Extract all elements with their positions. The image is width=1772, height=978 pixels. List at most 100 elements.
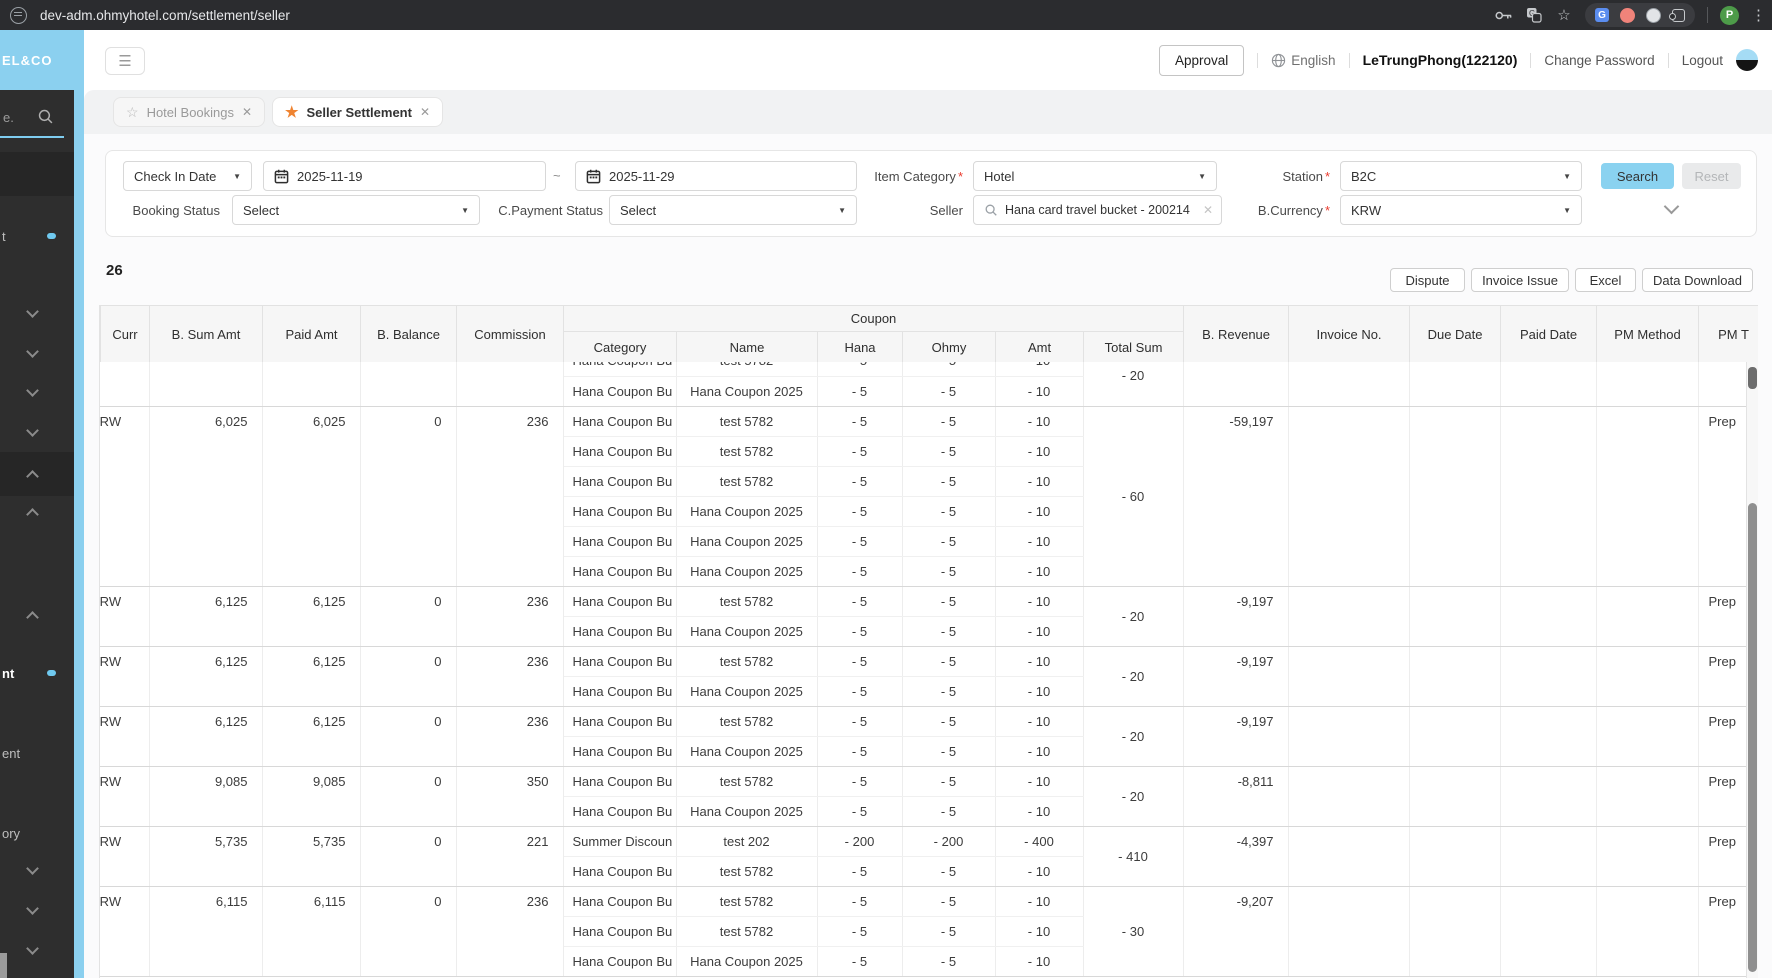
language-selector[interactable]: English <box>1271 53 1335 68</box>
b-currency-select[interactable]: KRW▼ <box>1340 195 1582 225</box>
table-row[interactable]: KRW5,7355,7350221Summer Discountest 202-… <box>100 826 1758 856</box>
table-row[interactable]: Hana Coupon Butest 5782- 5- 5- 10- 20 <box>100 362 1758 376</box>
chevron-down-icon <box>26 942 39 955</box>
close-icon[interactable]: ✕ <box>420 105 430 119</box>
cell-coupon-category: Hana Coupon Bu <box>563 766 676 796</box>
sidebar-item[interactable] <box>0 935 74 965</box>
ext-translate-icon[interactable]: G <box>1595 8 1609 22</box>
ext-reader-icon[interactable] <box>1646 8 1661 23</box>
cell-b-sum-amt: 6,125 <box>149 586 262 646</box>
col-header-category: Category <box>564 332 677 363</box>
date-type-select[interactable]: Check In Date▼ <box>123 161 252 191</box>
logout-link[interactable]: Logout <box>1682 53 1723 68</box>
extensions-puzzle-icon[interactable] <box>1672 9 1685 22</box>
cell-coupon-ohmy: - 5 <box>902 526 995 556</box>
sidebar-item[interactable] <box>0 452 74 496</box>
table-row[interactable]: KRW6,1256,1250236Hana Coupon Butest 5782… <box>100 586 1758 616</box>
sidebar-item[interactable] <box>0 377 74 407</box>
sidebar-item[interactable] <box>0 152 74 196</box>
c-payment-status-select[interactable]: Select▼ <box>609 195 857 225</box>
date-to-input[interactable]: 2025-11-29 <box>575 161 857 191</box>
cell-currency: KRW <box>100 886 149 976</box>
translate-icon[interactable]: G <box>1525 6 1543 24</box>
cell-b-revenue: -9,197 <box>1183 586 1288 646</box>
cell-coupon-amt: - 10 <box>995 616 1083 646</box>
cell-total-sum: - 20 <box>1083 646 1183 706</box>
cell-coupon-amt: - 400 <box>995 826 1083 856</box>
cell-coupon-name: test 5782 <box>676 406 817 436</box>
cell-coupon-name: Hana Coupon 2025 <box>676 796 817 826</box>
seller-search-input[interactable]: Hana card travel bucket - 200214 ✕ <box>973 195 1222 225</box>
reset-button[interactable]: Reset <box>1682 163 1741 189</box>
invoice-issue-button[interactable]: Invoice Issue <box>1471 268 1569 292</box>
sidebar-item-active[interactable]: nt <box>0 655 74 691</box>
favorite-star-filled-icon[interactable]: ★ <box>285 103 298 121</box>
station-select[interactable]: B2C▼ <box>1340 161 1582 191</box>
cell-pm-method <box>1596 886 1698 976</box>
approval-button[interactable]: Approval <box>1159 45 1244 76</box>
cell-coupon-hana: - 5 <box>817 886 902 916</box>
excel-button[interactable]: Excel <box>1575 268 1636 292</box>
cell-b-sum-amt: 9,085 <box>149 766 262 826</box>
bookmark-star-icon[interactable]: ☆ <box>1555 6 1573 24</box>
sidebar-item[interactable] <box>0 600 74 630</box>
date-from-input[interactable]: 2025-11-19 <box>263 161 546 191</box>
sidebar-scrollbar-thumb[interactable] <box>0 953 7 978</box>
close-icon[interactable]: ✕ <box>242 105 252 119</box>
browser-profile-avatar[interactable]: P <box>1720 6 1739 25</box>
app-header: ☰ Approval English LeTrungPhong(122120) … <box>84 30 1772 90</box>
filter-expand-chevron-icon[interactable] <box>1656 199 1686 215</box>
cell-paid-amt: 6,025 <box>262 406 360 586</box>
sidebar-item[interactable] <box>0 417 74 447</box>
sidebar-item[interactable] <box>0 895 74 925</box>
table-scrollbar-thumb[interactable] <box>1748 503 1757 972</box>
sidebar-item[interactable]: ory <box>0 815 74 851</box>
cell-coupon-hana: - 5 <box>817 736 902 766</box>
cell-b-sum-amt: 6,115 <box>149 886 262 976</box>
station-label: Station* <box>1230 169 1330 184</box>
tab-hotel-bookings[interactable]: ☆ Hotel Bookings ✕ <box>113 97 265 127</box>
theme-toggle-icon[interactable] <box>1736 49 1758 71</box>
cell-coupon-category: Hana Coupon Bu <box>563 376 676 406</box>
browser-menu-icon[interactable]: ⋮ <box>1751 6 1766 24</box>
cell-coupon-ohmy: - 5 <box>902 362 995 376</box>
data-download-button[interactable]: Data Download <box>1642 268 1753 292</box>
cell-pm-method <box>1596 646 1698 706</box>
sidebar-item[interactable]: t <box>0 218 74 254</box>
cell-paid-date <box>1500 362 1596 406</box>
cell-total-sum: - 20 <box>1083 586 1183 646</box>
site-settings-icon[interactable] <box>10 7 27 24</box>
favorite-star-outline-icon[interactable]: ☆ <box>126 104 139 121</box>
sidebar-item[interactable] <box>0 855 74 885</box>
cell-coupon-category: Hana Coupon Bu <box>563 946 676 976</box>
sidebar-search-input[interactable]: e. <box>0 100 64 138</box>
sidebar-item[interactable] <box>0 497 74 527</box>
hamburger-menu-button[interactable]: ☰ <box>105 47 145 75</box>
password-key-icon[interactable] <box>1495 6 1513 24</box>
cell-coupon-hana: - 5 <box>817 406 902 436</box>
notification-dot <box>47 670 56 676</box>
ext-flame-icon[interactable] <box>1620 8 1635 23</box>
url-text[interactable]: dev-adm.ohmyhotel.com/settlement/seller <box>40 8 290 23</box>
table-body-viewport[interactable]: Hana Coupon Butest 5782- 5- 5- 10- 20Han… <box>100 362 1758 978</box>
cell-b-balance: 0 <box>360 706 456 766</box>
clear-icon[interactable]: ✕ <box>1203 203 1213 217</box>
table-row[interactable]: KRW6,0256,0250236Hana Coupon Butest 5782… <box>100 406 1758 436</box>
table-row[interactable]: KRW6,1156,1150236Hana Coupon Butest 5782… <box>100 886 1758 916</box>
sidebar-item[interactable] <box>0 338 74 368</box>
cell-paid-date <box>1500 646 1596 706</box>
table-row[interactable]: KRW6,1256,1250236Hana Coupon Butest 5782… <box>100 646 1758 676</box>
cell-coupon-name: test 5782 <box>676 362 817 376</box>
change-password-link[interactable]: Change Password <box>1544 53 1654 68</box>
page-scrollbar-thumb[interactable] <box>1748 367 1757 389</box>
sidebar-item[interactable]: ent <box>0 735 74 771</box>
cell-b-balance: 0 <box>360 406 456 586</box>
booking-status-select[interactable]: Select▼ <box>232 195 480 225</box>
table-row[interactable]: KRW9,0859,0850350Hana Coupon Butest 5782… <box>100 766 1758 796</box>
sidebar-item[interactable] <box>0 298 74 328</box>
table-row[interactable]: KRW6,1256,1250236Hana Coupon Butest 5782… <box>100 706 1758 736</box>
dispute-button[interactable]: Dispute <box>1390 268 1465 292</box>
tab-seller-settlement[interactable]: ★ Seller Settlement ✕ <box>272 97 443 127</box>
item-category-select[interactable]: Hotel▼ <box>973 161 1217 191</box>
search-button[interactable]: Search <box>1601 163 1674 189</box>
